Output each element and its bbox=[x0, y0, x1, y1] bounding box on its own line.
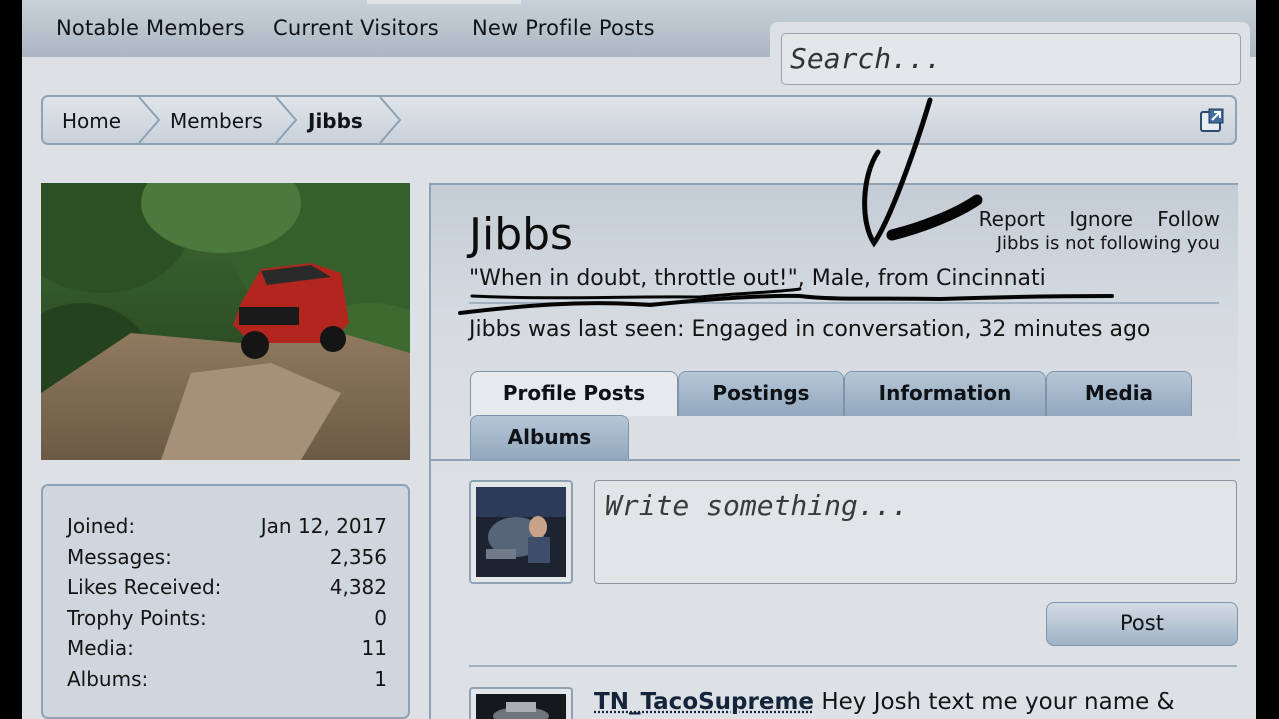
breadcrumb-current[interactable]: Jibbs bbox=[308, 109, 363, 133]
stat-label: Trophy Points: bbox=[67, 606, 207, 630]
nav-divider bbox=[367, 0, 521, 4]
stat-label: Likes Received: bbox=[67, 575, 222, 599]
profile-panel: Jibbs Report Ignore Follow Jibbs is not … bbox=[429, 183, 1240, 719]
stat-value: Jan 12, 2017 bbox=[260, 514, 387, 538]
visitor-avatar-image bbox=[476, 487, 566, 577]
post-author-avatar[interactable] bbox=[469, 687, 573, 719]
post-text: Hey Josh text me your name & bbox=[814, 689, 1175, 715]
page: Notable Members Current Visitors New Pro… bbox=[22, 0, 1256, 719]
stat-value[interactable]: 0 bbox=[374, 606, 387, 630]
breadcrumb-members[interactable]: Members bbox=[170, 109, 263, 133]
external-link-icon[interactable] bbox=[1199, 107, 1225, 133]
tab-albums[interactable]: Albums bbox=[470, 415, 629, 460]
tab-postings[interactable]: Postings bbox=[678, 371, 844, 416]
tab-profile-posts[interactable]: Profile Posts bbox=[470, 371, 678, 416]
follow-status: Jibbs is not following you bbox=[996, 233, 1220, 254]
breadcrumb: Home Members Jibbs bbox=[41, 95, 1237, 145]
post-author-avatar-image bbox=[476, 694, 566, 719]
visitor-avatar[interactable] bbox=[469, 480, 573, 584]
search-container: Search... bbox=[770, 22, 1250, 94]
post-author-link[interactable]: TN_TacoSupreme bbox=[594, 689, 814, 715]
divider bbox=[469, 665, 1237, 667]
follow-link[interactable]: Follow bbox=[1157, 207, 1220, 231]
profile-actions: Report Ignore Follow bbox=[961, 207, 1220, 231]
last-seen-status: Jibbs was last seen: Engaged in conversa… bbox=[469, 317, 1151, 342]
stat-media: Media: 11 bbox=[67, 636, 387, 662]
stat-value: 4,382 bbox=[329, 575, 387, 599]
tab-bar-border bbox=[431, 459, 1240, 461]
tab-information[interactable]: Information bbox=[844, 371, 1046, 416]
ignore-link[interactable]: Ignore bbox=[1069, 207, 1133, 231]
stat-value[interactable]: 2,356 bbox=[330, 545, 387, 569]
nav-new-profile-posts[interactable]: New Profile Posts bbox=[472, 16, 655, 40]
stat-label: Media: bbox=[67, 636, 134, 660]
breadcrumb-separator-icon bbox=[379, 97, 402, 143]
breadcrumb-separator-icon bbox=[275, 97, 298, 143]
search-input[interactable]: Search... bbox=[781, 33, 1241, 85]
stat-label: Messages: bbox=[67, 545, 172, 569]
member-stats: Joined: Jan 12, 2017 Messages: 2,356 Lik… bbox=[41, 484, 410, 719]
breadcrumb-home[interactable]: Home bbox=[62, 109, 121, 133]
stat-label: Albums: bbox=[67, 667, 149, 691]
nav-current-visitors[interactable]: Current Visitors bbox=[273, 16, 439, 40]
profile-username: Jibbs bbox=[469, 209, 573, 260]
stat-joined: Joined: Jan 12, 2017 bbox=[67, 514, 387, 540]
stat-trophy-points: Trophy Points: 0 bbox=[67, 606, 387, 632]
profile-post-input[interactable]: Write something... bbox=[594, 480, 1237, 584]
stat-albums: Albums: 1 bbox=[67, 667, 387, 693]
divider bbox=[469, 302, 1219, 304]
post-button[interactable]: Post bbox=[1046, 602, 1238, 646]
stat-label: Joined: bbox=[67, 514, 136, 538]
stat-value[interactable]: 1 bbox=[374, 667, 387, 691]
breadcrumb-separator-icon bbox=[138, 97, 161, 143]
stat-messages: Messages: 2,356 bbox=[67, 545, 387, 571]
stat-likes-received: Likes Received: 4,382 bbox=[67, 575, 387, 601]
profile-tagline: "When in doubt, throttle out!", Male, fr… bbox=[469, 266, 1046, 291]
nav-notable-members[interactable]: Notable Members bbox=[56, 16, 245, 40]
profile-avatar[interactable] bbox=[41, 183, 410, 460]
truck-photo-image bbox=[41, 183, 410, 460]
stat-value[interactable]: 11 bbox=[362, 636, 387, 660]
report-link[interactable]: Report bbox=[979, 207, 1045, 231]
profile-post-item: TN_TacoSupreme Hey Josh text me your nam… bbox=[594, 689, 1175, 715]
tab-media[interactable]: Media bbox=[1046, 371, 1192, 416]
